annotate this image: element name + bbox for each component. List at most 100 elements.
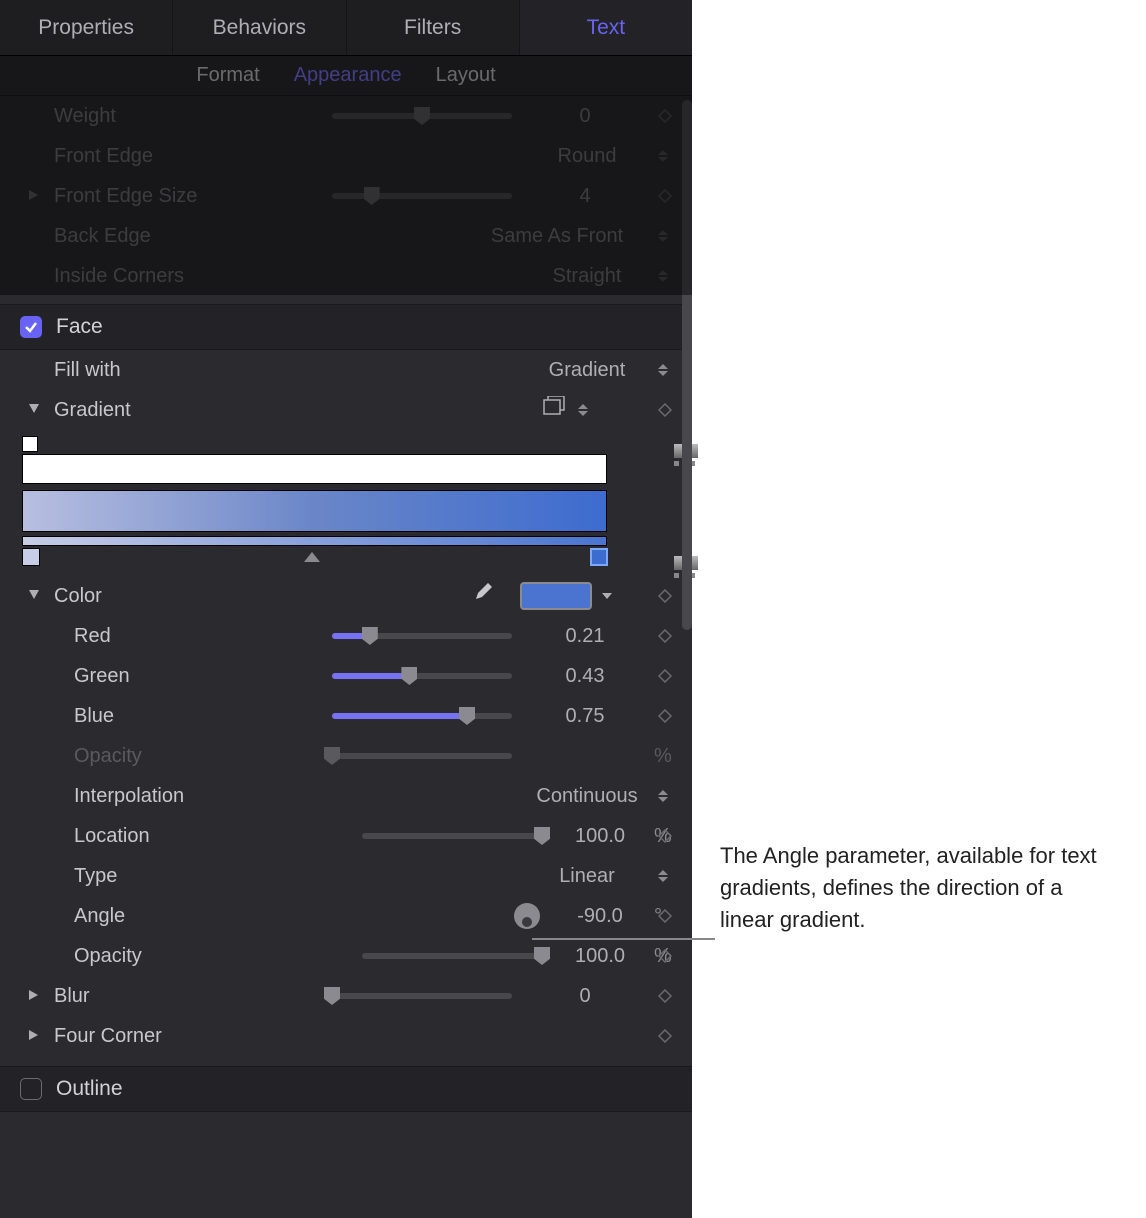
opacity-rgba-slider bbox=[332, 753, 512, 759]
four-corner-disclosure[interactable] bbox=[28, 1029, 42, 1043]
blue-value[interactable]: 0.75 bbox=[520, 705, 650, 728]
eyedropper-icon[interactable] bbox=[470, 581, 494, 611]
weight-label: Weight bbox=[54, 105, 224, 128]
type-value[interactable]: Linear bbox=[522, 865, 652, 888]
param-blue-row: Blue 0.75 bbox=[0, 696, 692, 736]
back-edge-stepper[interactable] bbox=[658, 226, 672, 246]
front-edge-size-slider[interactable] bbox=[332, 193, 512, 199]
green-keyframe[interactable] bbox=[658, 669, 672, 683]
blue-slider[interactable] bbox=[332, 713, 512, 719]
front-edge-label: Front Edge bbox=[54, 145, 224, 168]
color-well-menu[interactable] bbox=[602, 593, 612, 599]
gradient-bar[interactable] bbox=[22, 490, 607, 532]
tab-properties[interactable]: Properties bbox=[0, 0, 173, 55]
param-gradient-row: Gradient bbox=[0, 390, 692, 430]
interpolation-stepper[interactable] bbox=[658, 786, 672, 806]
blur-value[interactable]: 0 bbox=[520, 985, 650, 1008]
fill-with-stepper[interactable] bbox=[658, 360, 672, 380]
blur-slider[interactable] bbox=[332, 993, 512, 999]
type-stepper[interactable] bbox=[658, 866, 672, 886]
color-stop-left[interactable] bbox=[22, 548, 40, 566]
red-keyframe[interactable] bbox=[658, 629, 672, 643]
color-keyframe[interactable] bbox=[658, 589, 672, 603]
opacity-slider[interactable] bbox=[362, 953, 542, 959]
blue-label: Blue bbox=[74, 705, 224, 728]
subtab-appearance[interactable]: Appearance bbox=[294, 64, 402, 87]
tab-text[interactable]: Text bbox=[520, 0, 692, 55]
param-front-edge-row: Front Edge Round bbox=[0, 136, 692, 176]
four-corner-label: Four Corner bbox=[54, 1025, 224, 1048]
scrollbar[interactable] bbox=[682, 100, 692, 630]
angle-label: Angle bbox=[74, 905, 224, 928]
param-inside-corners-row: Inside Corners Straight bbox=[0, 256, 692, 296]
interpolation-value[interactable]: Continuous bbox=[522, 785, 652, 808]
angle-keyframe[interactable] bbox=[658, 909, 672, 923]
face-checkbox[interactable] bbox=[20, 316, 42, 338]
weight-value[interactable]: 0 bbox=[520, 105, 650, 128]
front-edge-size-label: Front Edge Size bbox=[54, 185, 224, 208]
gradient-keyframe[interactable] bbox=[658, 403, 672, 417]
front-edge-value[interactable]: Round bbox=[522, 145, 652, 168]
weight-slider[interactable] bbox=[332, 113, 512, 119]
gradient-disclosure[interactable] bbox=[28, 403, 42, 417]
opacity-rgba-label: Opacity bbox=[74, 745, 224, 768]
weight-keyframe[interactable] bbox=[658, 109, 672, 123]
back-edge-value[interactable]: Same As Front bbox=[462, 225, 652, 248]
param-fill-with-row: Fill with Gradient bbox=[0, 350, 692, 390]
param-interpolation-row: Interpolation Continuous bbox=[0, 776, 692, 816]
angle-value[interactable]: -90.0 bbox=[550, 905, 650, 928]
outline-title: Outline bbox=[56, 1077, 123, 1101]
param-green-row: Green 0.43 bbox=[0, 656, 692, 696]
blur-keyframe[interactable] bbox=[658, 989, 672, 1003]
location-slider[interactable] bbox=[362, 833, 542, 839]
opacity-stop-left[interactable] bbox=[22, 436, 38, 452]
gradient-editor bbox=[0, 430, 692, 576]
gradient-midpoint[interactable] bbox=[304, 552, 320, 562]
color-disclosure[interactable] bbox=[28, 589, 42, 603]
location-keyframe[interactable] bbox=[658, 829, 672, 843]
subtab-format[interactable]: Format bbox=[196, 64, 259, 87]
red-value[interactable]: 0.21 bbox=[520, 625, 650, 648]
inside-corners-value[interactable]: Straight bbox=[522, 265, 652, 288]
back-edge-label: Back Edge bbox=[54, 225, 224, 248]
opacity-bar[interactable] bbox=[22, 454, 607, 484]
front-edge-size-value[interactable]: 4 bbox=[520, 185, 650, 208]
param-opacity-row: Opacity 100.0 % bbox=[0, 936, 692, 976]
fill-with-value[interactable]: Gradient bbox=[522, 359, 652, 382]
param-weight-row: Weight 0 bbox=[0, 96, 692, 136]
blur-disclosure[interactable] bbox=[28, 989, 42, 1003]
green-slider[interactable] bbox=[332, 673, 512, 679]
outline-checkbox[interactable] bbox=[20, 1078, 42, 1100]
param-type-row: Type Linear bbox=[0, 856, 692, 896]
green-label: Green bbox=[74, 665, 224, 688]
annotation-text: The Angle parameter, available for text … bbox=[720, 840, 1120, 936]
green-value[interactable]: 0.43 bbox=[520, 665, 650, 688]
tab-filters[interactable]: Filters bbox=[347, 0, 520, 55]
callout-line bbox=[532, 938, 715, 940]
subtab-layout[interactable]: Layout bbox=[436, 64, 496, 87]
color-stop-right[interactable] bbox=[590, 548, 608, 566]
location-value[interactable]: 100.0 bbox=[550, 825, 650, 848]
blue-keyframe[interactable] bbox=[658, 709, 672, 723]
parameter-list: Weight 0 Front Edge Round Front Edge Siz… bbox=[0, 96, 692, 1112]
gradient-preset-stepper[interactable] bbox=[578, 400, 592, 420]
inside-corners-stepper[interactable] bbox=[658, 266, 672, 286]
front-edge-size-keyframe[interactable] bbox=[658, 189, 672, 203]
type-label: Type bbox=[74, 865, 224, 888]
fill-with-label: Fill with bbox=[54, 359, 224, 382]
gradient-label: Gradient bbox=[54, 399, 224, 422]
opacity-value[interactable]: 100.0 bbox=[550, 945, 650, 968]
angle-dial[interactable] bbox=[514, 903, 540, 929]
color-label: Color bbox=[54, 585, 224, 608]
front-edge-size-disclosure[interactable] bbox=[28, 189, 42, 203]
color-well[interactable] bbox=[520, 582, 592, 610]
param-red-row: Red 0.21 bbox=[0, 616, 692, 656]
front-edge-stepper[interactable] bbox=[658, 146, 672, 166]
four-corner-keyframe[interactable] bbox=[658, 1029, 672, 1043]
opacity-keyframe[interactable] bbox=[658, 949, 672, 963]
gradient-preset-icon[interactable] bbox=[542, 396, 568, 424]
color-bar[interactable] bbox=[22, 536, 607, 546]
param-four-corner-row: Four Corner bbox=[0, 1016, 692, 1056]
tab-behaviors[interactable]: Behaviors bbox=[173, 0, 346, 55]
red-slider[interactable] bbox=[332, 633, 512, 639]
